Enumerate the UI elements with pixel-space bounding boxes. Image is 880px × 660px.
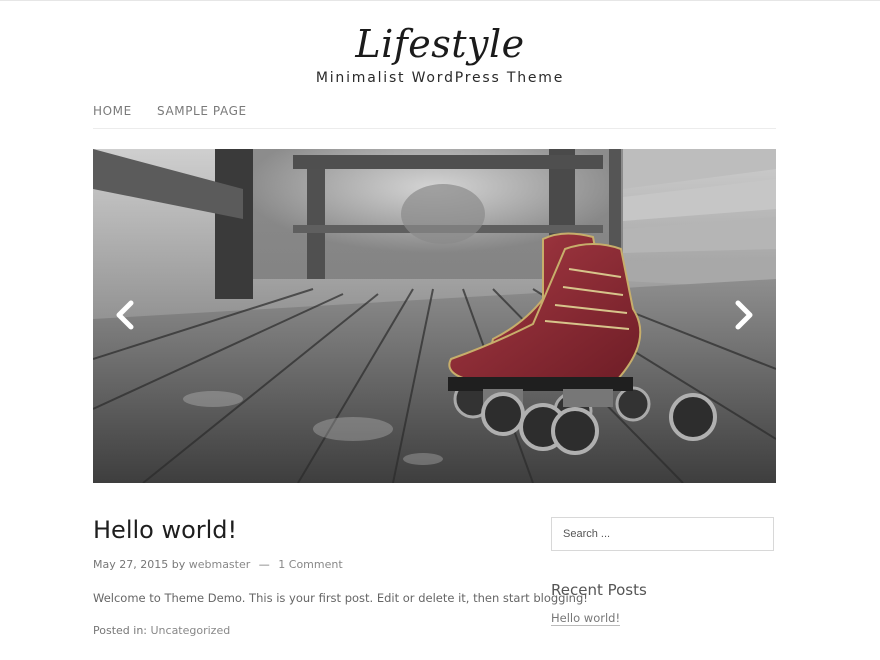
site-tagline: Minimalist WordPress Theme	[315, 70, 565, 86]
nav-item-home[interactable]: HOME	[93, 104, 132, 118]
post-excerpt: Welcome to Theme Demo. This is your firs…	[93, 591, 588, 605]
roller-skates-photo	[93, 149, 776, 483]
slider-next-button[interactable]	[732, 299, 756, 331]
category-link[interactable]: Uncategorized	[151, 624, 231, 637]
slider-prev-button[interactable]	[113, 299, 137, 331]
chevron-right-icon	[735, 300, 753, 330]
meta-separator: —	[258, 558, 270, 571]
post-title[interactable]: Hello world!	[93, 516, 237, 544]
post-author-link[interactable]: webmaster	[189, 558, 251, 571]
site-title[interactable]: Lifestyle	[0, 18, 880, 70]
search-input[interactable]	[551, 517, 774, 551]
post-category: Posted in: Uncategorized	[93, 624, 230, 637]
post-meta: May 27, 2015 by webmaster — 1 Comment	[93, 558, 343, 571]
featured-slider	[93, 149, 776, 483]
recent-post-link[interactable]: Hello world!	[551, 612, 621, 626]
post-by-label: by	[171, 558, 186, 571]
post-date[interactable]: May 27, 2015	[93, 558, 168, 571]
top-border	[0, 0, 880, 1]
main-navigation: HOME SAMPLE PAGE	[93, 102, 776, 129]
chevron-left-icon	[116, 300, 134, 330]
posted-in-label: Posted in:	[93, 624, 147, 637]
recent-posts-title: Recent Posts	[551, 581, 647, 599]
post-comments-link[interactable]: 1 Comment	[278, 558, 342, 571]
nav-item-sample-page[interactable]: SAMPLE PAGE	[157, 104, 247, 118]
